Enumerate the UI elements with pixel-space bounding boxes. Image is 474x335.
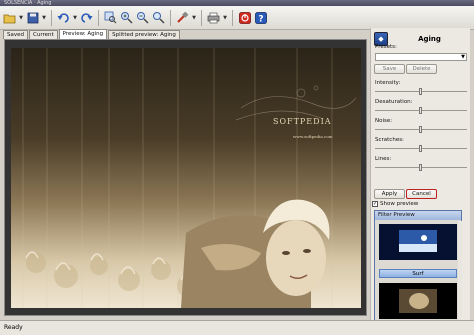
print-icon[interactable] bbox=[206, 10, 221, 25]
open-icon[interactable] bbox=[2, 10, 17, 25]
noise-label: Noise: bbox=[375, 118, 393, 124]
tab-saved[interactable]: Saved bbox=[3, 30, 28, 39]
redo-icon[interactable] bbox=[79, 10, 94, 25]
toolbar-separator bbox=[170, 9, 171, 26]
lines-slider[interactable] bbox=[375, 164, 467, 171]
toolbar-separator bbox=[98, 9, 99, 26]
filter-preview-scrollbar[interactable] bbox=[458, 221, 462, 328]
scratches-label: Scratches: bbox=[375, 137, 404, 143]
tab-current[interactable]: Current bbox=[29, 30, 58, 39]
scratches-slider[interactable] bbox=[375, 145, 467, 152]
filter-thumbnail[interactable] bbox=[379, 224, 457, 260]
apply-button[interactable]: Apply bbox=[374, 189, 405, 199]
toolbar-separator bbox=[51, 9, 52, 26]
image-brand-text: SOFTPEDIA bbox=[273, 117, 332, 126]
show-preview-checkbox[interactable]: ✓ bbox=[372, 201, 378, 207]
noise-slider[interactable] bbox=[375, 126, 467, 133]
zoom-actual-icon[interactable] bbox=[151, 10, 166, 25]
filter-preview-title: Filter Preview bbox=[375, 211, 461, 220]
desaturation-label: Desaturation: bbox=[375, 99, 413, 105]
toolbar-separator bbox=[232, 9, 233, 26]
lines-label: Lines: bbox=[375, 156, 392, 162]
slider-thumb[interactable] bbox=[419, 145, 422, 152]
preview-image: SOFTPEDIA www.softpedia.com bbox=[11, 48, 361, 308]
image-viewport[interactable]: SOFTPEDIA www.softpedia.com bbox=[4, 39, 367, 316]
slider-thumb[interactable] bbox=[419, 164, 422, 171]
toolbar-separator bbox=[201, 9, 202, 26]
desaturation-slider[interactable] bbox=[375, 107, 467, 114]
slider-thumb[interactable] bbox=[419, 88, 422, 95]
svg-text:?: ? bbox=[258, 14, 263, 24]
chevron-down-icon[interactable]: ▼ bbox=[72, 10, 78, 25]
tab-splitted-preview[interactable]: Splitted preview: Aging bbox=[108, 30, 180, 39]
delete-preset-button[interactable]: Delete bbox=[406, 64, 437, 74]
undo-icon[interactable] bbox=[56, 10, 71, 25]
chevron-down-icon[interactable]: ▼ bbox=[41, 10, 47, 25]
zoom-fit-icon[interactable] bbox=[103, 10, 118, 25]
main-toolbar: ▼ ▼ ▼ ▼ ▼ ? bbox=[0, 6, 474, 30]
slider-thumb[interactable] bbox=[419, 126, 422, 133]
zoom-in-icon[interactable] bbox=[119, 10, 134, 25]
stop-icon[interactable] bbox=[237, 10, 252, 25]
filter-thumbnail[interactable] bbox=[379, 283, 457, 319]
slider-thumb[interactable] bbox=[419, 107, 422, 114]
filter-item-label[interactable]: Surf bbox=[379, 269, 457, 278]
filter-preview-window: Filter Preview Surf bbox=[374, 210, 462, 328]
intensity-label: Intensity: bbox=[375, 80, 401, 86]
tools-icon[interactable] bbox=[175, 10, 190, 25]
save-preset-button[interactable]: Save bbox=[374, 64, 405, 74]
chevron-down-icon: ▼ bbox=[461, 54, 465, 60]
help-icon[interactable]: ? bbox=[253, 10, 268, 25]
zoom-out-icon[interactable] bbox=[135, 10, 150, 25]
cancel-button[interactable]: Cancel bbox=[406, 189, 437, 199]
save-icon[interactable] bbox=[25, 10, 40, 25]
chevron-down-icon[interactable]: ▼ bbox=[18, 10, 24, 25]
view-tabs: Saved Current Preview: Aging Splitted pr… bbox=[0, 29, 372, 39]
presets-select[interactable]: ▼ bbox=[375, 53, 467, 61]
status-bar: Ready bbox=[0, 320, 474, 335]
intensity-slider[interactable] bbox=[375, 88, 467, 95]
chevron-down-icon[interactable]: ▼ bbox=[191, 10, 197, 25]
status-text: Ready bbox=[4, 324, 23, 331]
panel-title: Aging bbox=[418, 35, 441, 43]
show-preview-label: Show preview bbox=[380, 201, 419, 207]
tab-preview[interactable]: Preview: Aging bbox=[58, 29, 108, 39]
chevron-down-icon[interactable]: ▼ bbox=[222, 10, 228, 25]
presets-label: Presets: bbox=[375, 44, 397, 50]
image-url-text: www.softpedia.com bbox=[293, 134, 333, 139]
checkmark-icon: ✓ bbox=[373, 201, 378, 207]
